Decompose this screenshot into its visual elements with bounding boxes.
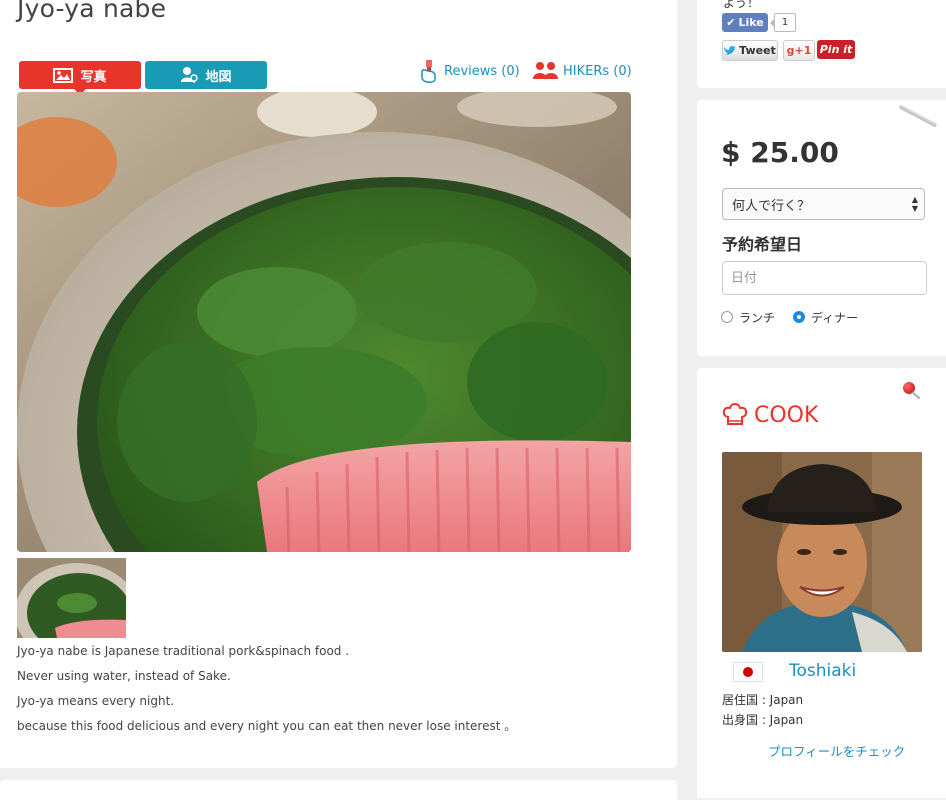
cook-heading-label: COOK bbox=[754, 402, 819, 428]
hikers-link[interactable]: HIKERs (0) bbox=[533, 58, 632, 84]
tweet-label: Tweet bbox=[739, 44, 776, 57]
date-input[interactable] bbox=[722, 261, 927, 295]
people-count-select[interactable]: 何人で行く？ ▲ ▼ bbox=[722, 188, 925, 220]
cook-name[interactable]: Toshiaki bbox=[789, 661, 856, 681]
description-line: Jyo-ya nabe is Japanese traditional pork… bbox=[17, 644, 350, 658]
pushpin-icon bbox=[903, 382, 915, 394]
radio-lunch-label: ランチ bbox=[739, 310, 776, 325]
main-panel: Jyo-ya nabe 写真 地図 Reviews (0) HIKERs (0)… bbox=[0, 0, 677, 768]
radio-dinner[interactable]: ディナー bbox=[793, 307, 858, 327]
like-count: 1 bbox=[770, 13, 796, 32]
date-label: 予約希望日 bbox=[722, 235, 803, 254]
cook-avatar[interactable] bbox=[722, 452, 922, 652]
cook-panel: COOK Toshiaki 居住国 : Japan 出身国 : Japan プロ… bbox=[697, 368, 946, 798]
pinterest-button[interactable]: Pin it bbox=[817, 40, 855, 59]
fork-hand-icon bbox=[421, 60, 436, 83]
people-select-value: 何人で行く？ bbox=[732, 198, 811, 214]
description-line: Never using water, instead of Sake. bbox=[17, 669, 231, 683]
radio-dinner-circle[interactable] bbox=[793, 311, 805, 323]
tab-photos[interactable]: 写真 bbox=[19, 61, 141, 95]
cook-heading: COOK bbox=[722, 400, 818, 430]
cook-origin: 出身国 : Japan bbox=[722, 713, 804, 727]
hikers-link-label: HIKERs (0) bbox=[563, 63, 632, 79]
pin-decoration bbox=[898, 104, 938, 128]
image-icon bbox=[53, 67, 74, 83]
google-plus-button[interactable]: g+1 bbox=[783, 40, 815, 61]
tab-map-label: 地図 bbox=[205, 69, 232, 85]
main-food-photo bbox=[17, 92, 631, 552]
like-label: Like bbox=[738, 16, 764, 29]
radio-lunch-circle[interactable] bbox=[721, 311, 733, 323]
people-group-icon bbox=[533, 62, 558, 79]
japan-flag-icon bbox=[733, 662, 763, 682]
cook-residence: 居住国 : Japan bbox=[722, 693, 804, 707]
social-share-panel: よう！ ✔ Like 1 Tweet g+1 Pin it bbox=[697, 0, 946, 88]
radio-lunch[interactable]: ランチ bbox=[721, 307, 775, 327]
facebook-like-button[interactable]: ✔ Like bbox=[722, 13, 768, 32]
twitter-bird-icon bbox=[724, 45, 737, 55]
reviews-link-label: Reviews (0) bbox=[444, 63, 520, 79]
top-note: よう！ bbox=[723, 0, 760, 10]
description-line: Jyo-ya means every night. bbox=[17, 694, 175, 708]
price: $ 25.00 bbox=[721, 136, 839, 169]
description: Jyo-ya nabe is Japanese traditional pork… bbox=[17, 641, 657, 741]
photo-thumbnail[interactable] bbox=[17, 558, 126, 638]
description-line: because this food delicious and every ni… bbox=[17, 719, 517, 733]
chef-hat-icon bbox=[722, 403, 748, 425]
tab-map[interactable]: 地図 bbox=[145, 61, 267, 89]
view-profile-link[interactable]: プロフィールをチェック bbox=[768, 741, 905, 760]
page-title: Jyo-ya nabe bbox=[17, 0, 167, 23]
booking-panel: $ 25.00 何人で行く？ ▲▼ 予約希望日 ランチ ディナー bbox=[697, 100, 946, 356]
tab-photos-label: 写真 bbox=[80, 69, 107, 85]
select-arrows-icon: ▲ ▼ bbox=[911, 195, 918, 213]
bottom-panel bbox=[0, 780, 677, 800]
thumbs-up-icon: ✔ bbox=[726, 16, 736, 29]
reviews-link[interactable]: Reviews (0) bbox=[418, 58, 520, 84]
tweet-button[interactable]: Tweet bbox=[722, 40, 778, 61]
radio-dinner-label: ディナー bbox=[811, 310, 859, 325]
map-pin-user-icon bbox=[181, 67, 199, 83]
